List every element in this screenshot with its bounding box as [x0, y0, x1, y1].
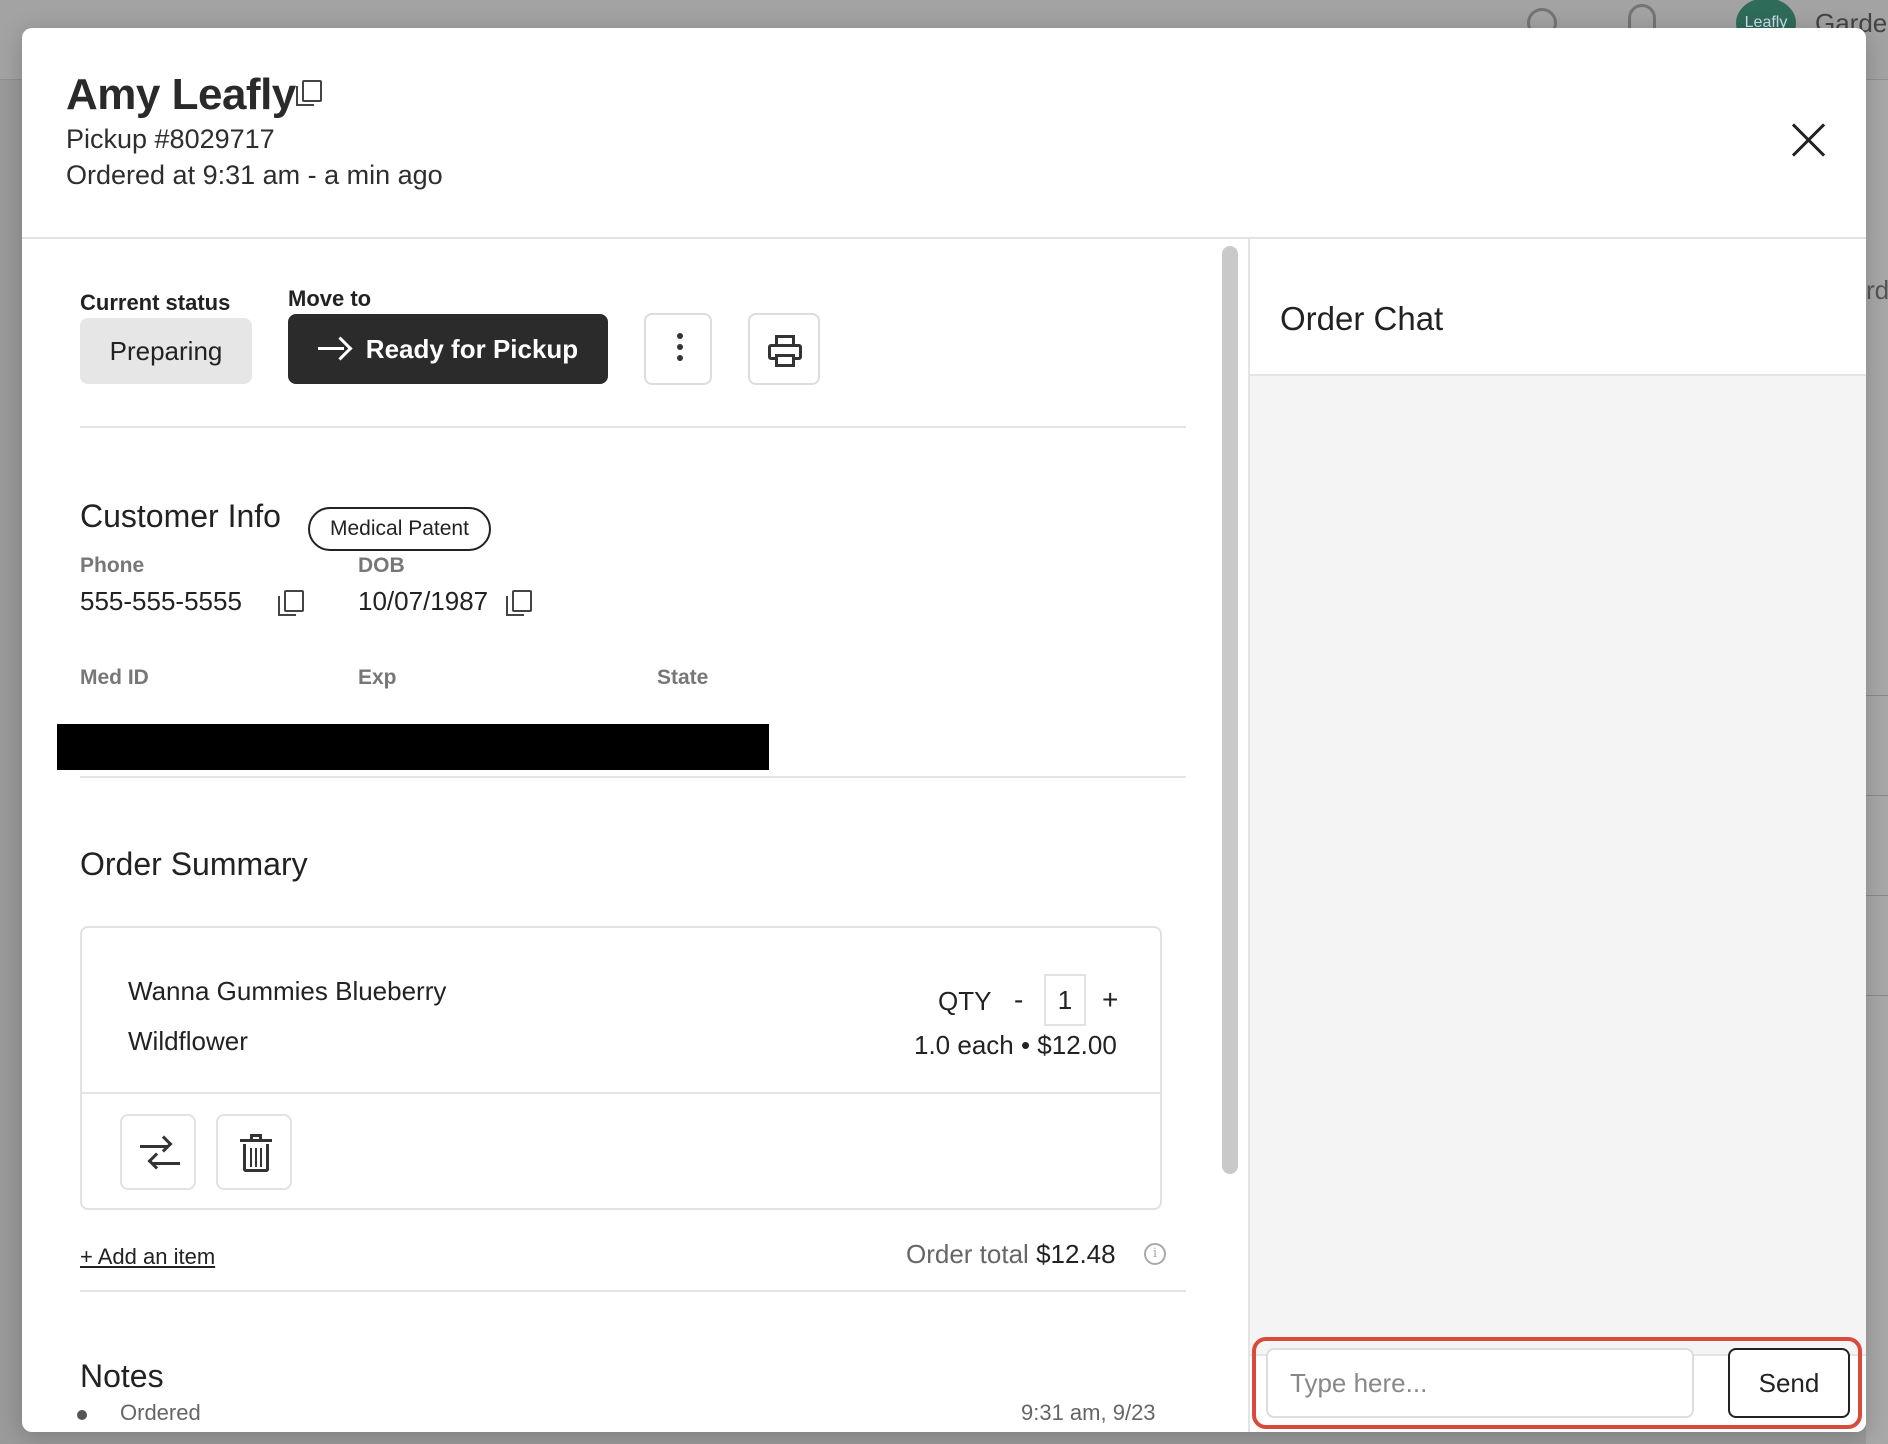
- send-button[interactable]: Send: [1728, 1348, 1850, 1418]
- dob-value: 10/07/1987: [358, 586, 489, 616]
- arrow-right-icon: [317, 338, 350, 360]
- product-name: Wanna Gummies Blueberry: [128, 976, 447, 1006]
- divider: [80, 776, 1186, 778]
- copy-icon[interactable]: [506, 590, 532, 616]
- price-line: 1.0 each • $12.00: [914, 1030, 1117, 1060]
- divider: [80, 426, 1186, 428]
- redacted-block: [57, 724, 769, 770]
- timeline-dot-icon: [77, 1410, 87, 1420]
- dob-label: DOB: [358, 554, 405, 577]
- ready-for-pickup-label: Ready for Pickup: [365, 333, 579, 364]
- chat-messages-area: [1250, 376, 1866, 1356]
- phone-value: 555-555-5555: [80, 586, 242, 616]
- pickup-number: Pickup #8029717: [66, 124, 275, 154]
- order-chat-title: Order Chat: [1280, 300, 1444, 337]
- swap-item-button[interactable]: [120, 1114, 196, 1190]
- ready-for-pickup-button[interactable]: Ready for Pickup: [288, 314, 608, 384]
- more-vertical-icon: [677, 333, 683, 339]
- qty-value[interactable]: 1: [1044, 974, 1086, 1026]
- order-detail-modal: Amy Leafly Pickup #8029717 Ordered at 9:…: [22, 28, 1866, 1432]
- background-app-side: rde: [1866, 80, 1888, 1444]
- modal-header: Amy Leafly Pickup #8029717 Ordered at 9:…: [22, 28, 1866, 239]
- customer-name: Amy Leafly: [66, 70, 296, 119]
- current-status-label: Current status: [80, 290, 231, 315]
- ordered-at: Ordered at 9:31 am - a min ago: [66, 160, 443, 190]
- exp-label: Exp: [358, 666, 397, 689]
- order-summary-title: Order Summary: [80, 846, 308, 882]
- med-id-label: Med ID: [80, 666, 149, 689]
- product-brand: Wildflower: [128, 1026, 248, 1056]
- qty-label: QTY: [938, 986, 992, 1016]
- copy-icon[interactable]: [296, 80, 322, 106]
- divider: [80, 1290, 1186, 1292]
- medical-patient-badge: Medical Patent: [308, 507, 491, 551]
- order-total-value: $12.48: [1036, 1239, 1116, 1269]
- current-status-chip: Preparing: [80, 318, 252, 384]
- scrollbar[interactable]: [1222, 246, 1238, 1174]
- info-icon[interactable]: i: [1144, 1243, 1166, 1265]
- copy-icon[interactable]: [278, 590, 304, 616]
- order-item-card: Wanna Gummies Blueberry Wildflower QTY -…: [80, 926, 1162, 1210]
- state-label: State: [657, 666, 709, 689]
- close-icon[interactable]: [1782, 114, 1834, 166]
- qty-decrement-button[interactable]: -: [1014, 984, 1023, 1016]
- phone-label: Phone: [80, 554, 145, 577]
- customer-info-title: Customer Info: [80, 498, 281, 534]
- divider: [82, 1092, 1160, 1094]
- printer-icon: [768, 335, 802, 367]
- order-total-label: Order total: [906, 1239, 1029, 1269]
- swap-arrows-icon: [140, 1134, 180, 1174]
- qty-increment-button[interactable]: +: [1102, 984, 1118, 1016]
- note-time: 9:31 am, 9/23: [1021, 1400, 1156, 1425]
- chat-message-input[interactable]: [1266, 1348, 1694, 1418]
- note-text: Ordered: [120, 1400, 201, 1425]
- trash-icon: [240, 1134, 272, 1172]
- move-to-label: Move to: [288, 286, 372, 311]
- print-button[interactable]: [748, 313, 820, 385]
- more-options-button[interactable]: [644, 313, 712, 385]
- order-total: Order total $12.48: [906, 1239, 1116, 1270]
- notes-title: Notes: [80, 1358, 164, 1394]
- delete-item-button[interactable]: [216, 1114, 292, 1190]
- add-item-link[interactable]: + Add an item: [80, 1244, 215, 1270]
- background-side-text: rde: [1866, 275, 1888, 305]
